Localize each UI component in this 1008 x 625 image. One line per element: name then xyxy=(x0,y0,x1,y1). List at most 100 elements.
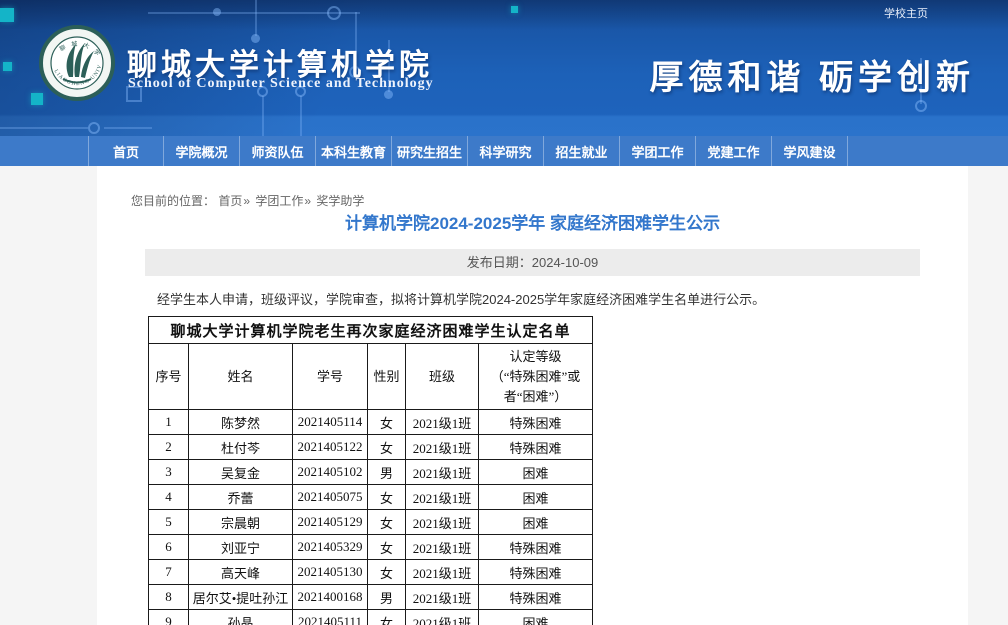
cell-index: 5 xyxy=(149,510,189,535)
cell-name: 刘亚宁 xyxy=(189,535,293,560)
nav-item-6[interactable]: 招生就业 xyxy=(544,136,620,166)
page-background: 您目前的位置： 首页» 学团工作» 奖学助学 计算机学院2024-2025学年 … xyxy=(0,166,1008,625)
cell-index: 4 xyxy=(149,485,189,510)
circuit-line xyxy=(0,127,88,129)
cell-level: 特殊困难 xyxy=(479,435,593,460)
cell-gender: 女 xyxy=(368,560,406,585)
circuit-line xyxy=(104,127,152,129)
nav-item-1[interactable]: 学院概况 xyxy=(164,136,240,166)
cell-level: 特殊困难 xyxy=(479,585,593,610)
teal-accent-square xyxy=(3,62,12,71)
cell-student-id: 2021405114 xyxy=(293,410,368,435)
table-row: 1陈梦然2021405114女2021级1班特殊困难 xyxy=(149,410,593,435)
cell-name: 陈梦然 xyxy=(189,410,293,435)
page-title: 计算机学院2024-2025学年 家庭经济困难学生公示 xyxy=(97,212,968,236)
cell-index: 7 xyxy=(149,560,189,585)
table-row: 3吴复金2021405102男2021级1班困难 xyxy=(149,460,593,485)
table-row: 2杜付芩2021405122女2021级1班特殊困难 xyxy=(149,435,593,460)
cell-class: 2021级1班 xyxy=(406,585,479,610)
col-header-index: 序号 xyxy=(149,344,189,410)
college-name-en: School of Computer Science and Technolog… xyxy=(128,76,434,92)
cell-name: 乔蕾 xyxy=(189,485,293,510)
nav-item-5[interactable]: 科学研究 xyxy=(468,136,544,166)
breadcrumb-link-0[interactable]: 首页 xyxy=(218,194,242,208)
cell-name: 高天峰 xyxy=(189,560,293,585)
content-area: 您目前的位置： 首页» 学团工作» 奖学助学 计算机学院2024-2025学年 … xyxy=(97,166,968,625)
cell-index: 3 xyxy=(149,460,189,485)
breadcrumb-prefix: 您目前的位置： xyxy=(131,194,215,208)
cell-student-id: 2021405075 xyxy=(293,485,368,510)
cell-gender: 女 xyxy=(368,610,406,625)
cell-student-id: 2021405130 xyxy=(293,560,368,585)
teal-accent-square xyxy=(0,8,14,22)
cell-level: 困难 xyxy=(479,460,593,485)
cell-student-id: 2021405329 xyxy=(293,535,368,560)
cell-gender: 女 xyxy=(368,485,406,510)
cell-student-id: 2021405122 xyxy=(293,435,368,460)
table-header-row: 序号姓名学号性别班级认定等级 （“特殊困难”或 者“困难”） xyxy=(149,344,593,410)
table-row: 8居尔艾•提吐孙江2021400168男2021级1班特殊困难 xyxy=(149,585,593,610)
breadcrumb-separator: » xyxy=(303,194,316,208)
cell-gender: 男 xyxy=(368,585,406,610)
cell-name: 杜付芩 xyxy=(189,435,293,460)
cell-index: 1 xyxy=(149,410,189,435)
cell-gender: 女 xyxy=(368,410,406,435)
circuit-node xyxy=(915,100,927,112)
cell-student-id: 2021405129 xyxy=(293,510,368,535)
nav-item-9[interactable]: 学风建设 xyxy=(772,136,848,166)
school-homepage-link[interactable]: 学校主页 xyxy=(884,5,928,21)
cell-class: 2021级1班 xyxy=(406,560,479,585)
table-row: 6刘亚宁2021405329女2021级1班特殊困难 xyxy=(149,535,593,560)
cell-level: 特殊困难 xyxy=(479,410,593,435)
school-motto: 厚德和谐 砺学创新 xyxy=(650,50,976,99)
site-banner: LIAOCHENG UNIVERSITY 聊 城 大 学 聊城大学计算机学院 S… xyxy=(0,0,1008,136)
table-row: 9孙晶2021405111女2021级1班困难 xyxy=(149,610,593,625)
table-row: 5宗晨朝2021405129女2021级1班困难 xyxy=(149,510,593,535)
circuit-line xyxy=(148,12,360,14)
nav-item-0[interactable]: 首页 xyxy=(88,136,164,166)
cell-name: 孙晶 xyxy=(189,610,293,625)
cell-gender: 男 xyxy=(368,460,406,485)
cell-gender: 女 xyxy=(368,510,406,535)
cell-gender: 女 xyxy=(368,535,406,560)
publish-date-bar: 发布日期：2024-10-09 xyxy=(145,249,920,276)
breadcrumb-link-2[interactable]: 奖学助学 xyxy=(316,194,364,208)
nav-item-8[interactable]: 党建工作 xyxy=(696,136,772,166)
nav-item-4[interactable]: 研究生招生 xyxy=(392,136,468,166)
breadcrumb-link-1[interactable]: 学团工作 xyxy=(255,194,303,208)
teal-accent-square xyxy=(511,6,518,13)
cell-class: 2021级1班 xyxy=(406,510,479,535)
breadcrumb-links: 首页» 学团工作» 奖学助学 xyxy=(215,194,364,208)
cell-student-id: 2021405102 xyxy=(293,460,368,485)
circuit-node xyxy=(88,122,100,134)
cell-class: 2021级1班 xyxy=(406,460,479,485)
university-logo: LIAOCHENG UNIVERSITY 聊 城 大 学 xyxy=(39,25,115,101)
cell-level: 困难 xyxy=(479,485,593,510)
table-row: 4乔蕾2021405075女2021级1班困难 xyxy=(149,485,593,510)
cell-class: 2021级1班 xyxy=(406,435,479,460)
cell-name: 居尔艾•提吐孙江 xyxy=(189,585,293,610)
circuit-line xyxy=(255,0,257,36)
table-caption: 聊城大学计算机学院老生再次家庭经济困难学生认定名单 xyxy=(149,317,593,344)
cell-student-id: 2021400168 xyxy=(293,585,368,610)
main-nav: 首页学院概况师资队伍本科生教育研究生招生科学研究招生就业学团工作党建工作学风建设 xyxy=(0,136,1008,166)
cell-class: 2021级1班 xyxy=(406,535,479,560)
table-body: 1陈梦然2021405114女2021级1班特殊困难2杜付芩2021405122… xyxy=(149,410,593,625)
cell-class: 2021级1班 xyxy=(406,610,479,625)
circuit-line xyxy=(300,96,302,136)
cell-class: 2021级1班 xyxy=(406,485,479,510)
col-header-class: 班级 xyxy=(406,344,479,410)
cell-level: 困难 xyxy=(479,510,593,535)
circuit-dot xyxy=(213,8,221,16)
cell-index: 8 xyxy=(149,585,189,610)
cell-student-id: 2021405111 xyxy=(293,610,368,625)
nav-item-3[interactable]: 本科生教育 xyxy=(316,136,392,166)
cell-class: 2021级1班 xyxy=(406,410,479,435)
student-roster-table: 聊城大学计算机学院老生再次家庭经济困难学生认定名单 序号姓名学号性别班级认定等级… xyxy=(148,316,593,625)
nav-item-2[interactable]: 师资队伍 xyxy=(240,136,316,166)
breadcrumb: 您目前的位置： 首页» 学团工作» 奖学助学 xyxy=(131,192,968,206)
cell-name: 吴复金 xyxy=(189,460,293,485)
cell-index: 9 xyxy=(149,610,189,625)
intro-paragraph: 经学生本人申请，班级评议，学院审查，拟将计算机学院2024-2025学年家庭经济… xyxy=(147,291,913,309)
nav-item-7[interactable]: 学团工作 xyxy=(620,136,696,166)
